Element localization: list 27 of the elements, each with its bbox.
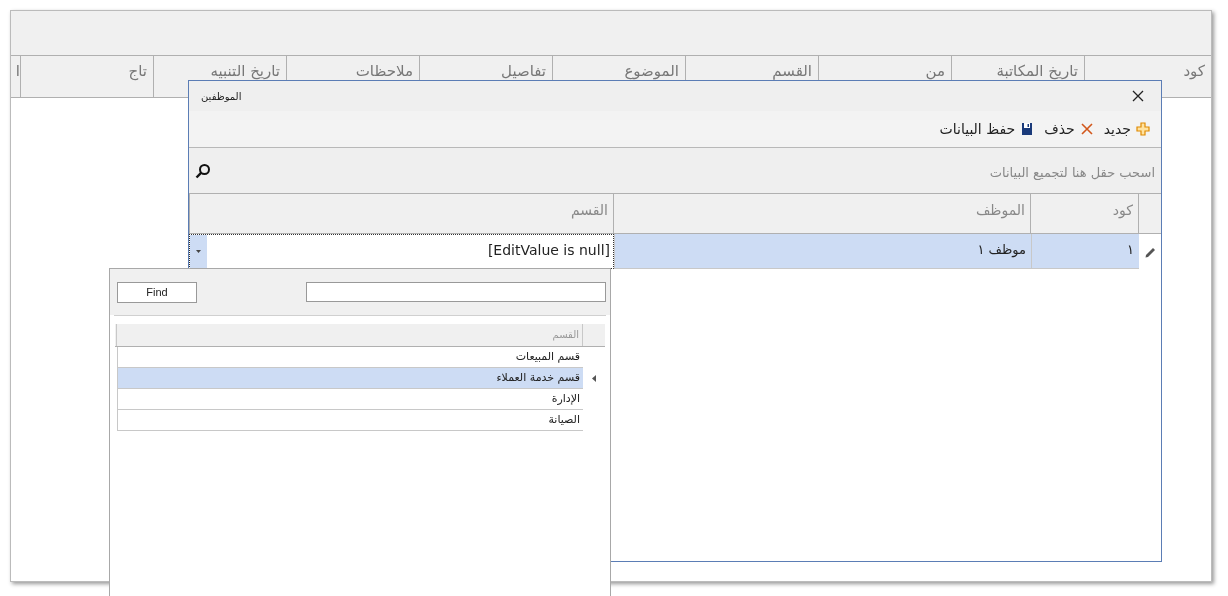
list-item[interactable]: قسم خدمة العملاء <box>117 368 583 389</box>
find-button[interactable]: Find <box>117 281 197 303</box>
delete-icon <box>1079 122 1094 136</box>
row-pointer-icon <box>592 375 596 382</box>
close-icon[interactable] <box>1132 90 1144 102</box>
column-header[interactable]: القسم <box>189 194 613 233</box>
toolbar-button[interactable]: حذف <box>1041 119 1097 139</box>
list-item[interactable]: قسم المبيعات <box>117 347 583 368</box>
save-icon <box>1020 122 1035 136</box>
list-item[interactable]: الإدارة <box>117 389 583 410</box>
column-header[interactable]: ا <box>11 56 20 97</box>
search-field[interactable] <box>306 282 606 302</box>
column-header[interactable]: الموظف <box>613 194 1030 233</box>
plus-icon <box>1136 122 1150 136</box>
column-header[interactable]: كود <box>1030 194 1138 233</box>
dropdown-editor[interactable]: [EditValue is null] <box>189 234 614 269</box>
group-panel-hint: اسحب حقل هنا لتجميع البيانات <box>989 165 1155 180</box>
table-cell: ١ <box>1031 234 1139 269</box>
table-cell: موظف ١ <box>614 234 1031 269</box>
toolbar-button[interactable]: حفظ البيانات <box>936 119 1038 139</box>
caret-icon <box>196 250 201 253</box>
list-item[interactable]: الصيانة <box>117 410 583 431</box>
pencil-icon <box>1143 245 1157 258</box>
search-icon[interactable] <box>195 162 211 179</box>
editor-value: [EditValue is null] <box>486 241 611 260</box>
toolbar-button[interactable]: جديد <box>1100 119 1153 139</box>
column-header[interactable]: تاج <box>20 56 153 97</box>
